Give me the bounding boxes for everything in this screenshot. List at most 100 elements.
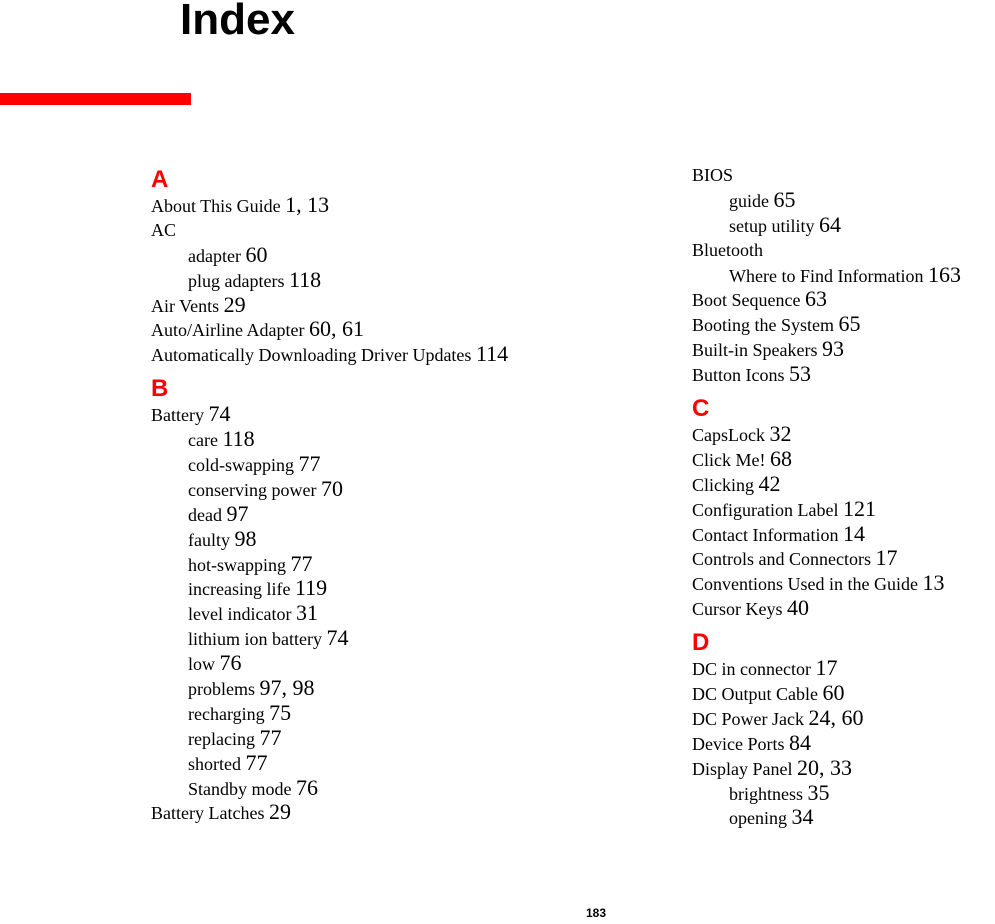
entry-page-link[interactable]: 77 (298, 451, 320, 476)
index-entry: Bluetooth (692, 238, 961, 263)
entry-term: Auto/Airline Adapter (151, 320, 305, 341)
entry-page-link[interactable]: 64 (819, 212, 841, 237)
entry-page-link[interactable]: 29 (269, 799, 291, 825)
entry-term: DC in connector (692, 659, 811, 680)
entry-page-link[interactable]: 13 (922, 570, 944, 595)
entry-page-link[interactable]: 77 (259, 725, 281, 750)
index-entry: Button Icons 53 (692, 361, 961, 387)
index-entry: Contact Information 14 (692, 521, 961, 547)
entry-term: lithium ion battery (188, 629, 322, 650)
index-subentry: recharging 75 (151, 700, 508, 726)
entry-page-link[interactable]: 98 (235, 526, 257, 551)
index-entry: DC Power Jack 24, 60 (692, 705, 961, 731)
entry-page-link[interactable]: 60, 61 (309, 316, 364, 342)
entry-term: Built-in Speakers (692, 340, 818, 361)
entry-page-link[interactable]: 35 (808, 780, 830, 805)
entry-page-link[interactable]: 34 (792, 804, 814, 830)
entry-page-link[interactable]: 17 (815, 655, 837, 680)
entry-page-link[interactable]: 65 (839, 311, 861, 336)
index-subentry: care 118 (151, 426, 508, 452)
entry-term: plug adapters (188, 270, 285, 291)
entry-term: Battery (151, 405, 204, 426)
index-subentry: plug adapters 118 (151, 267, 508, 293)
index-subentry: hot-swapping 77 (151, 551, 508, 577)
entry-term: increasing life (188, 579, 291, 600)
entry-page-link[interactable]: 17 (875, 545, 897, 571)
entry-term: About This Guide (151, 196, 281, 216)
entry-term: Automatically Downloading Driver Updates (151, 345, 472, 366)
entry-term: Controls and Connectors (692, 549, 871, 570)
entry-page-link[interactable]: 29 (224, 292, 246, 317)
title-accent-bar (0, 93, 191, 105)
entry-term: Bluetooth (692, 239, 763, 260)
entry-term: level indicator (188, 604, 292, 625)
entry-term: Booting the System (692, 315, 835, 336)
index-subentry: replacing 77 (151, 725, 508, 751)
entry-page-link[interactable]: 118 (289, 267, 321, 292)
index-subentry: problems 97, 98 (151, 675, 508, 701)
entry-page-link[interactable]: 14 (843, 521, 865, 546)
entry-page-link[interactable]: 75 (269, 700, 291, 725)
entry-page-link[interactable]: 97, 98 (260, 675, 315, 700)
entry-term: Button Icons (692, 365, 785, 386)
entry-term: replacing (188, 728, 255, 749)
entry-page-link[interactable]: 97 (226, 501, 248, 526)
section-letter: B (151, 375, 169, 403)
entry-page-link[interactable]: 20, 33 (797, 755, 852, 780)
entry-page-link[interactable]: 84 (789, 730, 811, 755)
entry-page-link[interactable]: 121 (843, 496, 876, 521)
entry-term: brightness (729, 783, 803, 804)
entry-term: adapter (188, 245, 241, 266)
entry-term: Standby mode (188, 778, 292, 799)
entry-page-link[interactable]: 1, 13 (285, 192, 329, 217)
entry-page-link[interactable]: 63 (805, 286, 827, 312)
page-title: Index (180, 0, 295, 44)
entry-term: Display Panel (692, 758, 793, 779)
entry-page-link[interactable]: 40 (787, 595, 809, 620)
index-entry: Configuration Label 121 (692, 496, 961, 522)
entry-term: DC Output Cable (692, 684, 818, 705)
entry-page-link[interactable]: 118 (222, 426, 254, 451)
entry-term: Conventions Used in the Guide (692, 574, 918, 595)
entry-page-link[interactable]: 77 (291, 551, 313, 576)
index-column-left: A About This Guide 1, 13 AC adapter 60 plug … (151, 166, 508, 825)
index-subentry: guide 65 (692, 187, 961, 213)
entry-term: Click Me! (692, 449, 766, 470)
entry-page-link[interactable]: 68 (770, 446, 792, 471)
entry-term: conserving power (188, 479, 317, 500)
entry-term: faulty (188, 529, 230, 550)
entry-page-link[interactable]: 163 (928, 262, 961, 287)
entry-term: Cursor Keys (692, 599, 783, 620)
entry-page-link[interactable]: 76 (220, 650, 242, 675)
index-subentry: low 76 (151, 650, 508, 676)
index-entry: Booting the System 65 (692, 311, 961, 337)
entry-page-link[interactable]: 53 (789, 361, 811, 386)
entry-page-link[interactable]: 74 (326, 625, 348, 650)
entry-page-link[interactable]: 65 (774, 187, 796, 212)
entry-page-link[interactable]: 74 (208, 401, 230, 426)
entry-page-link[interactable]: 114 (476, 341, 508, 366)
entry-term: recharging (188, 703, 265, 724)
entry-term: low (188, 654, 215, 675)
entry-term: shorted (188, 753, 241, 774)
entry-page-link[interactable]: 70 (321, 476, 343, 501)
index-entry: Auto/Airline Adapter 60, 61 (151, 317, 508, 342)
entry-term: dead (188, 504, 222, 525)
entry-page-link[interactable]: 77 (246, 750, 268, 775)
entry-page-link[interactable]: 60 (245, 242, 267, 267)
index-subentry: opening 34 (692, 805, 961, 830)
index-subentry: setup utility 64 (692, 212, 961, 238)
index-entry: Clicking 42 (692, 471, 961, 497)
index-subentry: shorted 77 (151, 750, 508, 776)
index-subentry: increasing life 119 (151, 576, 508, 601)
entry-term: Battery Latches (151, 803, 265, 824)
entry-page-link[interactable]: 42 (759, 471, 781, 496)
entry-page-link[interactable]: 93 (822, 336, 844, 361)
index-subentry: conserving power 70 (151, 476, 508, 502)
entry-page-link[interactable]: 60 (823, 680, 845, 705)
entry-page-link[interactable]: 119 (295, 575, 327, 601)
entry-page-link[interactable]: 76 (296, 775, 318, 800)
entry-page-link[interactable]: 31 (296, 600, 318, 625)
entry-page-link[interactable]: 32 (769, 421, 791, 446)
entry-page-link[interactable]: 24, 60 (808, 705, 863, 730)
